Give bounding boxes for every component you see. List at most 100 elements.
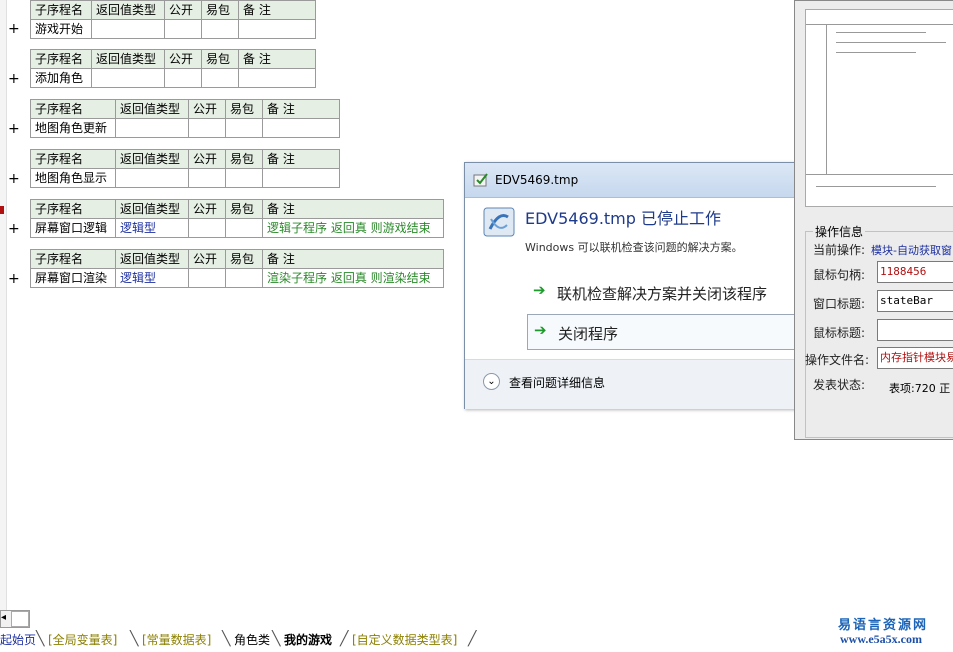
sub-public-cell[interactable] bbox=[188, 118, 226, 138]
dialog-titlebar[interactable]: EDV5469.tmp bbox=[465, 163, 805, 198]
handle-field[interactable]: 1188456 bbox=[877, 261, 953, 283]
sub-note-cell[interactable]: 逻辑子程序 返回真 则游戏结束 bbox=[262, 218, 444, 238]
tab-global-vars[interactable]: [全局变量表] bbox=[48, 631, 117, 648]
col-name-header: 子序程名 bbox=[30, 149, 116, 169]
col-public-header: 公开 bbox=[188, 199, 226, 219]
dialog-heading: EDV5469.tmp 已停止工作 bbox=[525, 209, 722, 228]
col-easy-header: 易包 bbox=[225, 149, 263, 169]
sub-note-cell[interactable] bbox=[238, 68, 316, 88]
check-online-option[interactable]: ➔ 联机检查解决方案并关闭该程序 bbox=[527, 275, 803, 309]
tab-start-page[interactable]: 起始页 bbox=[0, 631, 36, 648]
tab-separator: ╱ bbox=[468, 631, 477, 647]
col-note-header: 备 注 bbox=[262, 99, 340, 119]
sub-note-cell[interactable] bbox=[262, 168, 340, 188]
sub-public-cell[interactable] bbox=[164, 68, 202, 88]
sub-easy-cell[interactable] bbox=[225, 118, 263, 138]
editor-left-margin bbox=[0, 0, 7, 610]
sub-public-cell[interactable] bbox=[188, 168, 226, 188]
sub-note-cell[interactable]: 渲染子程序 返回真 则渲染结束 bbox=[262, 268, 444, 288]
sub-easy-cell[interactable] bbox=[201, 68, 239, 88]
current-op-label: 当前操作: bbox=[813, 243, 866, 257]
sub-rettype-cell[interactable] bbox=[91, 68, 165, 88]
expand-icon[interactable]: + bbox=[8, 172, 20, 186]
scroll-left-icon[interactable]: ◂ bbox=[1, 612, 6, 623]
col-public-header: 公开 bbox=[164, 0, 202, 20]
tab-constants[interactable]: [常量数据表] bbox=[142, 631, 211, 648]
col-easy-header: 易包 bbox=[225, 99, 263, 119]
expand-icon[interactable]: + bbox=[8, 22, 20, 36]
sub-public-cell[interactable] bbox=[188, 218, 226, 238]
col-easy-header: 易包 bbox=[225, 199, 263, 219]
dialog-footer: ⌄ 查看问题详细信息 bbox=[465, 359, 805, 409]
close-program-option[interactable]: ➔ 关闭程序 bbox=[527, 314, 805, 350]
sub-rettype-cell[interactable] bbox=[91, 19, 165, 39]
tab-separator: ╱ bbox=[340, 631, 349, 647]
col-public-header: 公开 bbox=[188, 99, 226, 119]
col-name-header: 子序程名 bbox=[30, 249, 116, 269]
col-name-header: 子序程名 bbox=[30, 199, 116, 219]
scroll-thumb[interactable] bbox=[11, 611, 29, 627]
sub-easy-cell[interactable] bbox=[201, 19, 239, 39]
col-note-header: 备 注 bbox=[238, 49, 316, 69]
sub-easy-cell[interactable] bbox=[225, 218, 263, 238]
error-dialog: EDV5469.tmp EDV5469.tmp 已停止工作 Windows 可以… bbox=[464, 162, 806, 409]
col-rettype-header: 返回值类型 bbox=[115, 149, 189, 169]
sub-name-cell[interactable]: 游戏开始 bbox=[30, 19, 92, 39]
window-title-field[interactable]: stateBar bbox=[877, 290, 953, 312]
green-arrow-icon: ➔ bbox=[533, 281, 546, 299]
tab-my-game[interactable]: 我的游戏 bbox=[284, 631, 332, 648]
tab-role-class[interactable]: 角色类 bbox=[234, 631, 270, 648]
sub-name-cell[interactable]: 屏幕窗口逻辑 bbox=[30, 218, 116, 238]
sub-name-cell[interactable]: 添加角色 bbox=[30, 68, 92, 88]
sub-table-3: 子序程名 返回值类型 公开 易包 备 注 地图角色更新 bbox=[30, 99, 340, 138]
sub-note-cell[interactable] bbox=[262, 118, 340, 138]
col-rettype-header: 返回值类型 bbox=[115, 99, 189, 119]
sub-rettype-cell[interactable] bbox=[115, 118, 189, 138]
col-rettype-header: 返回值类型 bbox=[115, 249, 189, 269]
col-rettype-header: 返回值类型 bbox=[115, 199, 189, 219]
sub-note-cell[interactable] bbox=[238, 19, 316, 39]
tab-custom-types[interactable]: [自定义数据类型表] bbox=[352, 631, 457, 648]
sub-rettype-cell[interactable]: 逻辑型 bbox=[115, 218, 189, 238]
col-note-header: 备 注 bbox=[262, 199, 444, 219]
col-rettype-header: 返回值类型 bbox=[91, 0, 165, 20]
sub-public-cell[interactable] bbox=[164, 19, 202, 39]
expand-icon[interactable]: + bbox=[8, 122, 20, 136]
sub-easy-cell[interactable] bbox=[225, 268, 263, 288]
publish-value: 表项:720 正 bbox=[889, 382, 951, 395]
tab-separator: ╲ bbox=[272, 631, 281, 647]
operation-info-panel: 操作信息 当前操作: 模块-自动获取窗 鼠标句柄: 1188456 窗口标题: … bbox=[794, 0, 953, 440]
sub-name-cell[interactable]: 地图角色显示 bbox=[30, 168, 116, 188]
col-name-header: 子序程名 bbox=[30, 49, 92, 69]
sub-public-cell[interactable] bbox=[188, 268, 226, 288]
mouse-title-field[interactable] bbox=[877, 319, 953, 341]
preview-line bbox=[826, 24, 827, 174]
expand-icon[interactable]: + bbox=[8, 222, 20, 236]
publish-label: 发表状态: bbox=[813, 378, 866, 392]
expand-icon[interactable]: + bbox=[8, 272, 20, 286]
green-arrow-icon: ➔ bbox=[534, 321, 547, 339]
sub-rettype-cell[interactable] bbox=[115, 168, 189, 188]
col-public-header: 公开 bbox=[188, 249, 226, 269]
expand-icon[interactable]: + bbox=[8, 72, 20, 86]
option-label: 联机检查解决方案并关闭该程序 bbox=[557, 285, 768, 303]
current-op-value: 模块-自动获取窗 bbox=[871, 244, 952, 257]
col-public-header: 公开 bbox=[164, 49, 202, 69]
preview-line bbox=[836, 32, 926, 33]
op-file-field[interactable]: 内存指针模块易 bbox=[877, 347, 953, 369]
sub-table-5: 子序程名 返回值类型 公开 易包 备 注 屏幕窗口逻辑 逻辑型 逻辑子程序 返回… bbox=[30, 199, 444, 238]
sub-rettype-cell[interactable]: 逻辑型 bbox=[115, 268, 189, 288]
sub-name-cell[interactable]: 屏幕窗口渲染 bbox=[30, 268, 116, 288]
sub-easy-cell[interactable] bbox=[225, 168, 263, 188]
site-url-watermark: www.e5a5x.com bbox=[840, 632, 922, 646]
option-label: 关闭程序 bbox=[558, 325, 619, 343]
view-details-link[interactable]: 查看问题详细信息 bbox=[509, 374, 605, 391]
sub-name-cell[interactable]: 地图角色更新 bbox=[30, 118, 116, 138]
col-name-header: 子序程名 bbox=[30, 99, 116, 119]
stopped-program-icon bbox=[483, 207, 515, 237]
dialog-title: EDV5469.tmp bbox=[495, 173, 579, 187]
col-public-header: 公开 bbox=[188, 149, 226, 169]
horizontal-scrollbar[interactable]: ◂ bbox=[0, 610, 30, 628]
app-icon bbox=[473, 173, 488, 187]
chevron-down-icon[interactable]: ⌄ bbox=[483, 373, 500, 390]
